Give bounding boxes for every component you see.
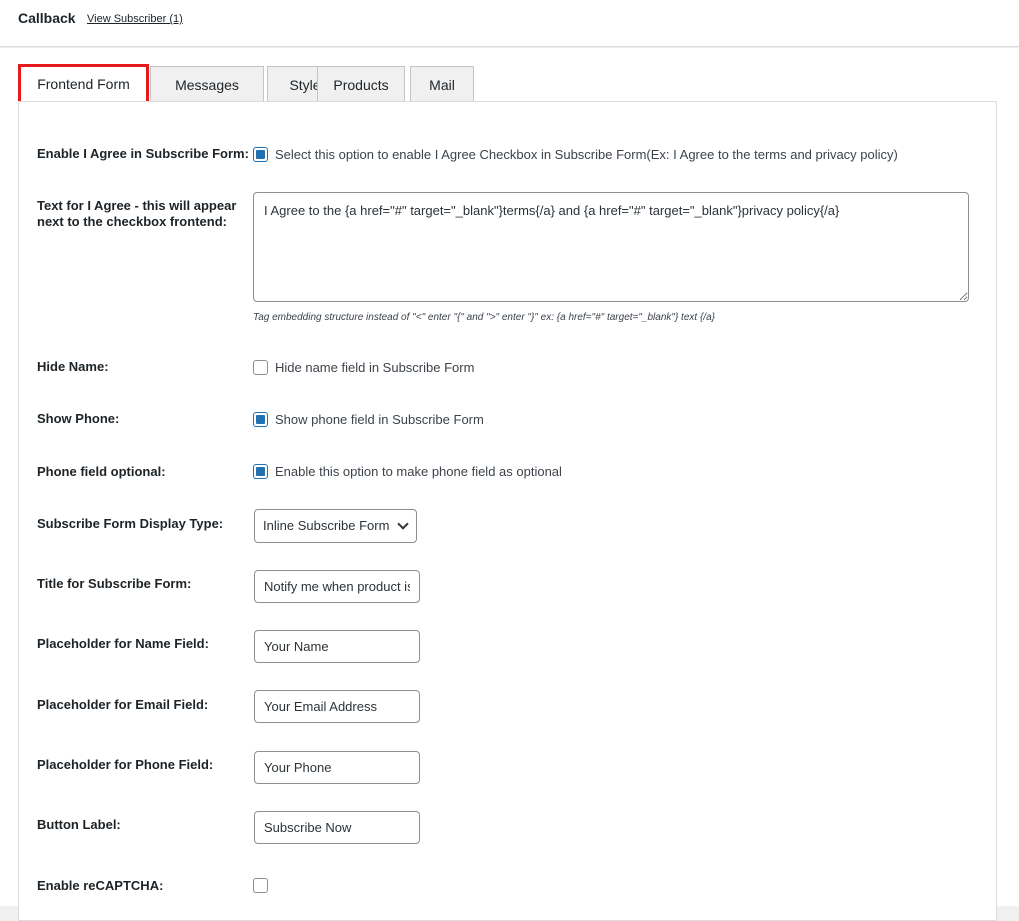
phone-placeholder-input[interactable] xyxy=(254,751,420,784)
form-title-input[interactable] xyxy=(254,570,420,603)
hide-name-label: Hide Name: xyxy=(37,359,109,374)
display-type-select[interactable]: Inline Subscribe Form xyxy=(254,509,417,543)
settings-content: Frontend Form Messages Style Products Ma… xyxy=(0,48,1019,921)
enable-agree-label: Enable I Agree in Subscribe Form: xyxy=(37,146,249,161)
email-placeholder-input[interactable] xyxy=(254,690,420,723)
display-type-label: Subscribe Form Display Type: xyxy=(37,516,224,531)
agree-text-textarea[interactable] xyxy=(253,192,969,302)
hide-name-checkbox[interactable] xyxy=(253,360,268,375)
enable-agree-checkbox[interactable] xyxy=(253,147,268,162)
phone-optional-label: Phone field optional: xyxy=(37,464,166,479)
show-phone-label: Show Phone: xyxy=(37,411,120,426)
show-phone-description: Show phone field in Subscribe Form xyxy=(275,412,484,427)
frontend-form-panel: Enable I Agree in Subscribe Form: Select… xyxy=(18,101,997,921)
tab-mail[interactable]: Mail xyxy=(410,66,474,102)
name-placeholder-label: Placeholder for Name Field: xyxy=(37,636,209,651)
show-phone-checkbox[interactable] xyxy=(253,412,268,427)
agree-text-label: Text for I Agree - this will appear next… xyxy=(37,198,237,229)
enable-agree-description: Select this option to enable I Agree Che… xyxy=(275,147,898,162)
recaptcha-label: Enable reCAPTCHA: xyxy=(37,878,164,893)
phone-optional-description: Enable this option to make phone field a… xyxy=(275,464,562,479)
page-title: Callback xyxy=(18,10,76,26)
display-type-value: Inline Subscribe Form xyxy=(263,518,390,533)
recaptcha-checkbox[interactable] xyxy=(253,878,268,893)
name-placeholder-input[interactable] xyxy=(254,630,420,663)
phone-optional-checkbox[interactable] xyxy=(253,464,268,479)
button-label-label: Button Label: xyxy=(37,817,121,832)
button-label-input[interactable] xyxy=(254,811,420,844)
form-title-label: Title for Subscribe Form: xyxy=(37,576,192,591)
hide-name-description: Hide name field in Subscribe Form xyxy=(275,360,475,375)
email-placeholder-label: Placeholder for Email Field: xyxy=(37,697,209,712)
chevron-down-icon xyxy=(397,518,409,530)
view-subscriber-link[interactable]: View Subscriber (1) xyxy=(87,13,183,25)
tab-products[interactable]: Products xyxy=(317,66,405,102)
tab-messages[interactable]: Messages xyxy=(150,66,264,102)
tab-frontend-form[interactable]: Frontend Form xyxy=(18,64,149,104)
phone-placeholder-label: Placeholder for Phone Field: xyxy=(37,757,214,772)
page-header: Callback View Subscriber (1) xyxy=(0,0,1019,47)
agree-text-hint: Tag embedding structure instead of "<" e… xyxy=(253,312,715,323)
